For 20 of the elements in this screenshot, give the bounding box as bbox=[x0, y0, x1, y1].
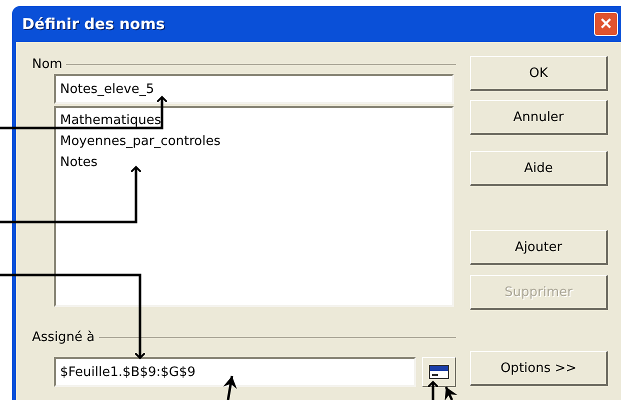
names-list[interactable]: Mathematiques Moyennes_par_controles Notes bbox=[54, 106, 454, 307]
name-field[interactable]: Notes_eleve_5 bbox=[54, 74, 454, 104]
close-button[interactable]: × bbox=[594, 12, 618, 36]
annotation-arrow bbox=[223, 376, 237, 400]
group-label: Nom bbox=[32, 56, 62, 72]
dialog-button[interactable]: Options >> bbox=[470, 351, 608, 386]
dialog-button[interactable]: Ajouter bbox=[470, 230, 608, 265]
group-label: Assigné à bbox=[32, 330, 95, 344]
range-field[interactable]: $Feuille1.$B$9:$G$9 bbox=[54, 357, 416, 387]
list-item[interactable]: Mathematiques bbox=[58, 110, 450, 131]
annotation-arrow bbox=[427, 381, 439, 400]
shrink-button[interactable] bbox=[422, 357, 456, 387]
window-title: Définir des noms bbox=[22, 15, 166, 33]
annotation-arrow bbox=[444, 386, 458, 400]
dialog-button[interactable]: Annuler bbox=[470, 100, 608, 135]
list-item[interactable]: Moyennes_par_controles bbox=[58, 131, 450, 152]
dialog-button[interactable]: OK bbox=[470, 56, 608, 91]
list-item[interactable]: Notes bbox=[58, 152, 450, 173]
dialog-button[interactable]: Aide bbox=[470, 151, 608, 186]
window-icon bbox=[429, 365, 449, 379]
